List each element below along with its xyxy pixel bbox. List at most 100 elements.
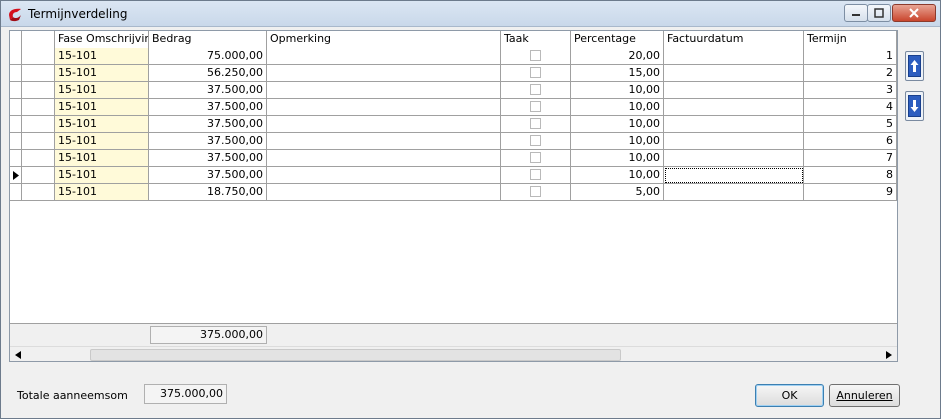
percentage-cell[interactable]: 10,00 <box>571 167 664 184</box>
factuurdatum-cell[interactable] <box>664 65 804 82</box>
percentage-cell[interactable]: 10,00 <box>571 150 664 167</box>
taak-checkbox[interactable] <box>530 186 541 197</box>
termijn-cell[interactable]: 1 <box>804 48 897 65</box>
taak-checkbox[interactable] <box>530 50 541 61</box>
title-bar: Termijnverdeling <box>1 1 940 27</box>
percentage-cell[interactable]: 5,00 <box>571 184 664 201</box>
opmerking-cell[interactable] <box>267 116 501 133</box>
row-blank-cell <box>22 116 55 133</box>
taak-checkbox[interactable] <box>530 118 541 129</box>
factuurdatum-cell[interactable] <box>664 133 804 150</box>
percentage-cell[interactable]: 20,00 <box>571 48 664 65</box>
factuurdatum-cell-focused[interactable] <box>664 167 804 184</box>
scroll-left-button[interactable] <box>10 347 26 361</box>
taak-checkbox[interactable] <box>530 169 541 180</box>
move-up-icon <box>908 55 921 77</box>
row-indicator[interactable] <box>10 133 22 150</box>
col-header-opmerking[interactable]: Opmerking <box>267 31 501 48</box>
current-row-indicator[interactable] <box>10 167 22 184</box>
col-header-taak[interactable]: Taak <box>501 31 571 48</box>
fase-cell[interactable]: 15-101 <box>55 116 149 133</box>
opmerking-cell[interactable] <box>267 184 501 201</box>
termijn-cell[interactable]: 6 <box>804 133 897 150</box>
opmerking-cell[interactable] <box>267 167 501 184</box>
col-header-factuurdatum[interactable]: Factuurdatum <box>664 31 804 48</box>
ok-button[interactable]: OK <box>755 384 824 407</box>
opmerking-cell[interactable] <box>267 150 501 167</box>
opmerking-cell[interactable] <box>267 133 501 150</box>
bedrag-cell[interactable]: 37.500,00 <box>149 133 267 150</box>
row-indicator[interactable] <box>10 82 22 99</box>
factuurdatum-cell[interactable] <box>664 48 804 65</box>
row-indicator[interactable] <box>10 116 22 133</box>
bedrag-cell[interactable]: 37.500,00 <box>149 82 267 99</box>
taak-checkbox[interactable] <box>530 152 541 163</box>
col-header-bedrag[interactable]: Bedrag <box>149 31 267 48</box>
bedrag-cell[interactable]: 37.500,00 <box>149 150 267 167</box>
fase-cell[interactable]: 15-101 <box>55 150 149 167</box>
fase-cell[interactable]: 15-101 <box>55 99 149 116</box>
percentage-cell[interactable]: 10,00 <box>571 99 664 116</box>
fase-cell[interactable]: 15-101 <box>55 48 149 65</box>
factuurdatum-cell[interactable] <box>664 116 804 133</box>
termijn-cell[interactable]: 9 <box>804 184 897 201</box>
bedrag-cell[interactable]: 37.500,00 <box>149 99 267 116</box>
opmerking-cell[interactable] <box>267 65 501 82</box>
taak-cell <box>501 133 571 150</box>
termijn-cell[interactable]: 3 <box>804 82 897 99</box>
row-indicator[interactable] <box>10 65 22 82</box>
taak-checkbox[interactable] <box>530 84 541 95</box>
percentage-cell[interactable]: 10,00 <box>571 82 664 99</box>
termijn-grid[interactable]: Fase Omschrijving Bedrag Opmerking Taak … <box>9 30 898 362</box>
cancel-button[interactable]: Annuleren <box>829 384 900 407</box>
maximize-button[interactable] <box>867 4 891 22</box>
row-indicator[interactable] <box>10 150 22 167</box>
factuurdatum-cell[interactable] <box>664 184 804 201</box>
bedrag-cell[interactable]: 56.250,00 <box>149 65 267 82</box>
horizontal-scroll-thumb[interactable] <box>90 349 621 361</box>
termijn-cell[interactable]: 2 <box>804 65 897 82</box>
move-up-button[interactable] <box>905 51 924 81</box>
taak-cell <box>501 82 571 99</box>
row-indicator[interactable] <box>10 99 22 116</box>
opmerking-cell[interactable] <box>267 82 501 99</box>
horizontal-scrollbar[interactable] <box>10 346 897 361</box>
fase-cell[interactable]: 15-101 <box>55 133 149 150</box>
termijn-cell[interactable]: 7 <box>804 150 897 167</box>
fase-cell[interactable]: 15-101 <box>55 65 149 82</box>
opmerking-cell[interactable] <box>267 99 501 116</box>
taak-checkbox[interactable] <box>530 67 541 78</box>
bedrag-cell[interactable]: 18.750,00 <box>149 184 267 201</box>
bedrag-cell[interactable]: 75.000,00 <box>149 48 267 65</box>
termijn-cell[interactable]: 5 <box>804 116 897 133</box>
percentage-cell[interactable]: 10,00 <box>571 133 664 150</box>
row-indicator[interactable] <box>10 184 22 201</box>
taak-checkbox[interactable] <box>530 101 541 112</box>
factuurdatum-cell[interactable] <box>664 99 804 116</box>
termijn-cell[interactable]: 8 <box>804 167 897 184</box>
taak-checkbox[interactable] <box>530 135 541 146</box>
col-header-percentage[interactable]: Percentage <box>571 31 664 48</box>
app-logo-icon <box>7 6 23 22</box>
percentage-cell[interactable]: 10,00 <box>571 116 664 133</box>
fase-cell[interactable]: 15-101 <box>55 82 149 99</box>
fase-cell[interactable]: 15-101 <box>55 184 149 201</box>
termijn-cell[interactable]: 4 <box>804 99 897 116</box>
factuurdatum-cell[interactable] <box>664 150 804 167</box>
opmerking-cell[interactable] <box>267 48 501 65</box>
percentage-cell[interactable]: 15,00 <box>571 65 664 82</box>
factuurdatum-cell[interactable] <box>664 82 804 99</box>
bedrag-cell[interactable]: 37.500,00 <box>149 167 267 184</box>
scroll-right-button[interactable] <box>881 347 897 361</box>
row-indicator[interactable] <box>10 48 22 65</box>
close-button[interactable] <box>892 4 936 22</box>
move-down-button[interactable] <box>905 91 924 121</box>
scroll-right-icon <box>886 351 892 359</box>
fase-cell[interactable]: 15-101 <box>55 167 149 184</box>
row-blank-cell <box>22 99 55 116</box>
col-header-fase[interactable]: Fase Omschrijving <box>55 31 149 48</box>
col-header-termijn[interactable]: Termijn <box>804 31 897 48</box>
minimize-button[interactable] <box>844 4 868 22</box>
bedrag-cell[interactable]: 37.500,00 <box>149 116 267 133</box>
taak-cell <box>501 65 571 82</box>
